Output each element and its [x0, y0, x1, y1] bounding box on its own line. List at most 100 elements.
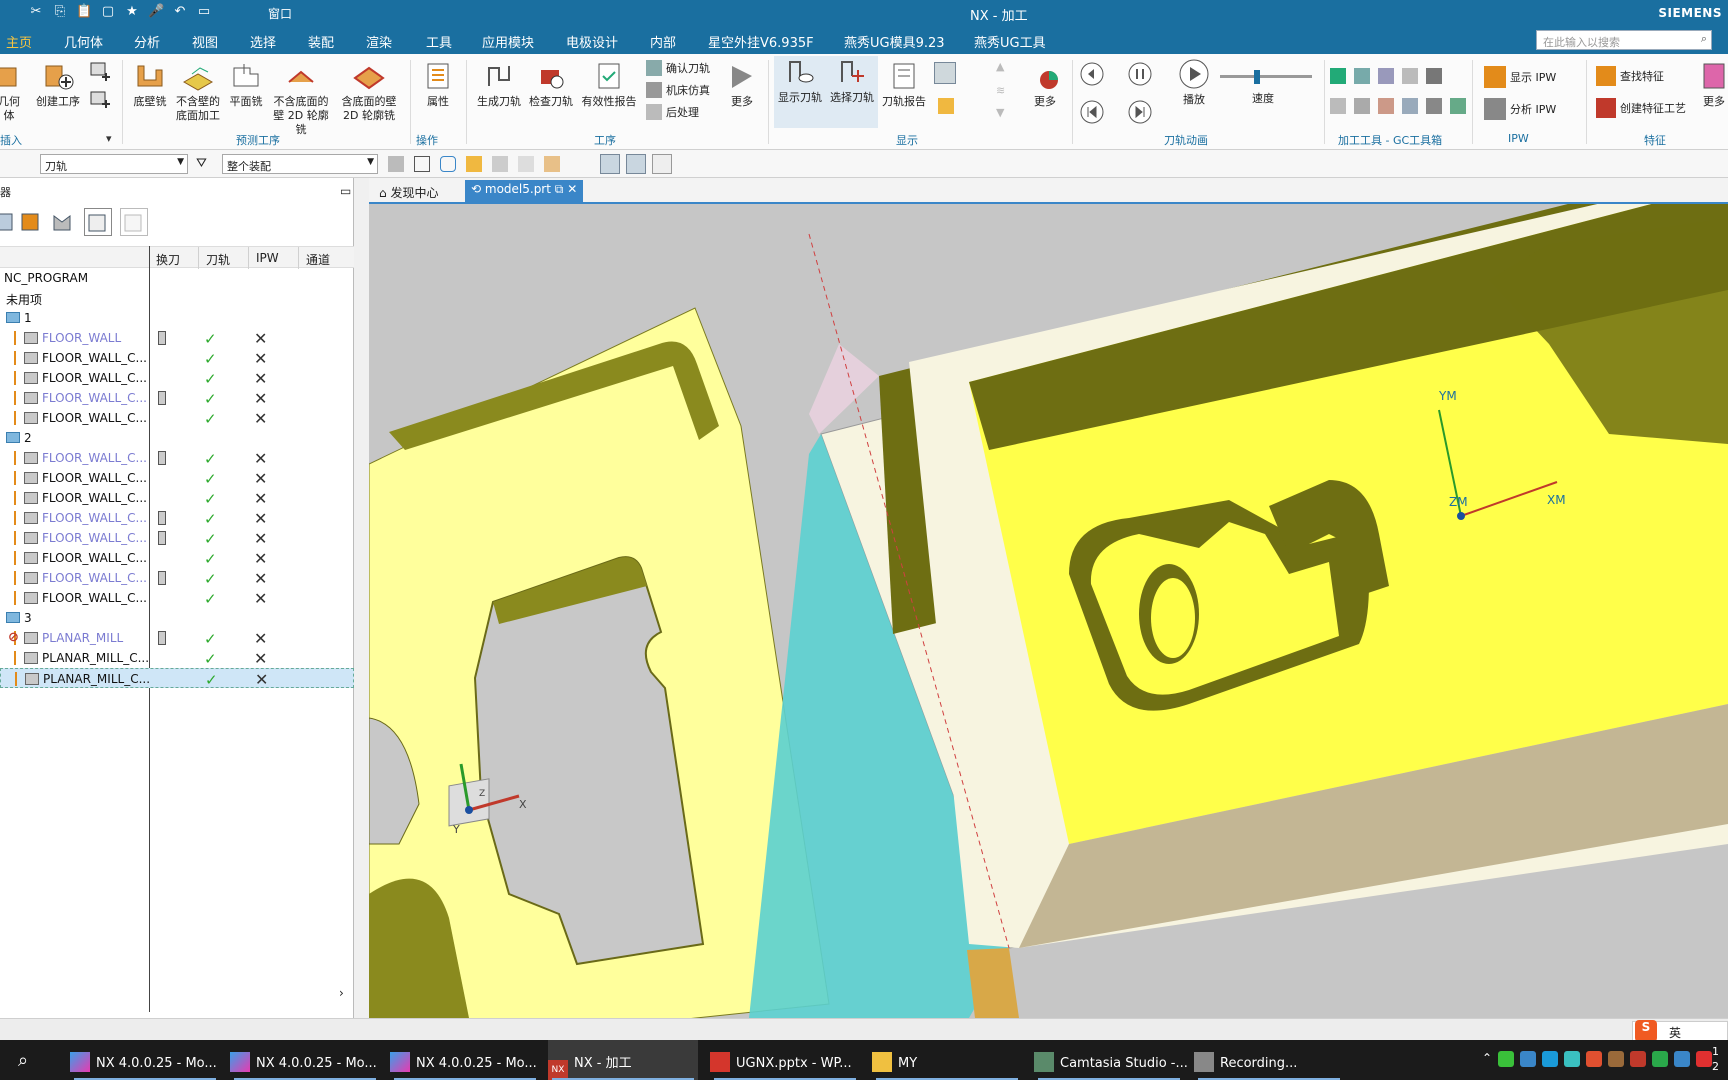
tray-app-icon[interactable]	[1674, 1051, 1691, 1067]
delete-icon[interactable]: ▢	[100, 4, 116, 19]
tree-row-operation[interactable]: FLOOR_WALL_C... ✓ ✕	[0, 488, 354, 508]
tab-view[interactable]: 视图	[192, 32, 218, 51]
group-insert-expand-icon[interactable]: ▾	[106, 132, 112, 145]
tree-row-operation[interactable]: PLANAR_MILL ✓ ✕ ⊘	[0, 628, 354, 648]
verify-toolpath-button[interactable]: 检查刀轨	[526, 60, 576, 109]
search-icon[interactable]: ⌕	[1701, 32, 1707, 46]
play-button[interactable]: 播放	[1176, 58, 1212, 107]
gc-check-icon[interactable]	[1330, 68, 1346, 84]
toolpath-report-button[interactable]: 刀轨报告	[878, 60, 930, 109]
tab-assembly[interactable]: 装配	[308, 32, 334, 51]
tab-xingkong[interactable]: 星空外挂V6.935F	[708, 32, 814, 51]
tab-render[interactable]: 渲染	[366, 32, 392, 51]
generate-toolpath-button[interactable]: 生成刀轨	[474, 60, 524, 109]
tray-app-icon[interactable]	[1630, 1051, 1647, 1067]
copy-icon[interactable]: ⎘	[52, 4, 68, 19]
tree-row-operation[interactable]: FLOOR_WALL_C... ✓ ✕	[0, 568, 354, 588]
gc-measure-icon[interactable]	[1426, 68, 1442, 84]
column-ipw[interactable]: IPW	[256, 251, 279, 265]
move-up-icon[interactable]: ▲	[996, 60, 1012, 76]
tool-display-button[interactable]	[938, 98, 954, 114]
gc-settings-icon[interactable]	[1426, 98, 1442, 114]
hexagon-icon[interactable]	[440, 156, 456, 172]
window-menu[interactable]: 窗口	[268, 5, 292, 22]
layers-icon[interactable]: ≋	[996, 84, 1012, 100]
confirm-toolpath-button[interactable]: 确认刀轨	[646, 60, 710, 76]
column-channel[interactable]: 通道	[306, 251, 330, 268]
mcs-display-icon[interactable]	[600, 154, 620, 174]
snap-point-icon[interactable]	[414, 156, 430, 172]
star-icon[interactable]: ★	[124, 4, 140, 19]
taskbar-item-nx-1[interactable]: NX 4.0.0.25 - Mo...	[70, 1040, 220, 1080]
forward-button[interactable]	[1128, 100, 1152, 124]
tree-row-operation[interactable]: FLOOR_WALL_C... ✓ ✕	[0, 408, 354, 428]
no-wall-floor-button[interactable]: 不含壁的 底面加工	[172, 60, 224, 123]
taskbar-item-camtasia[interactable]: Camtasia Studio -...	[1034, 1040, 1188, 1080]
tab-electrode[interactable]: 电极设计	[566, 32, 618, 51]
analyze-ipw-button[interactable]: 分析 IPW	[1484, 98, 1556, 120]
undo-icon[interactable]: ↶	[172, 4, 188, 19]
tray-app-icon[interactable]	[1586, 1051, 1603, 1067]
component-icon[interactable]	[544, 156, 560, 172]
tree-row-program-group[interactable]: 1	[0, 308, 354, 328]
taskbar-item-folder[interactable]: MY	[872, 1040, 1022, 1080]
gc-list-icon[interactable]	[1354, 98, 1370, 114]
more-process-button[interactable]: 更多	[722, 60, 762, 109]
step-back-button[interactable]	[1080, 62, 1104, 86]
method-view-icon[interactable]	[84, 208, 112, 236]
taskbar-item-nx-2[interactable]: NX 4.0.0.25 - Mo...	[230, 1040, 380, 1080]
tab-internal[interactable]: 内部	[650, 32, 676, 51]
planar-mill-button[interactable]: 平面铣	[226, 60, 266, 109]
tree-row-operation[interactable]: FLOOR_WALL_C... ✓ ✕	[0, 528, 354, 548]
horizontal-scrollbar[interactable]: ›	[0, 986, 354, 1002]
rewind-button[interactable]	[1080, 100, 1104, 124]
tree-row-operation[interactable]: FLOOR_WALL ✓ ✕	[0, 328, 354, 348]
speed-slider[interactable]	[1220, 70, 1312, 84]
pause-button[interactable]	[1128, 62, 1152, 86]
create-feature-process-button[interactable]: 创建特征工艺	[1596, 98, 1686, 118]
machine-sim-button[interactable]: 机床仿真	[646, 82, 710, 98]
no-floor-wall-button[interactable]: 不含底面的 壁 2D 轮廓铣	[268, 60, 334, 137]
face-icon[interactable]	[492, 156, 508, 172]
sogou-tray-icon[interactable]	[1696, 1051, 1713, 1067]
tab-app-modules[interactable]: 应用模块	[482, 32, 534, 51]
floor-wall-button[interactable]: 底壁铣	[128, 60, 172, 109]
chevron-up-icon[interactable]: ⌃	[1482, 1051, 1492, 1067]
move-down-icon[interactable]: ▼	[996, 106, 1012, 122]
tree-row-operation[interactable]: FLOOR_WALL_C... ✓ ✕	[0, 468, 354, 488]
search-icon[interactable]: ⌕	[18, 1050, 28, 1071]
tree-row-program-group[interactable]: 3	[0, 608, 354, 628]
eye-icon[interactable]	[626, 154, 646, 174]
gc-edit-icon[interactable]	[1354, 68, 1370, 84]
tree-row-root[interactable]: NC_PROGRAM	[0, 268, 354, 288]
tree-row-program-group[interactable]: 2	[0, 428, 354, 448]
more-feature-button[interactable]: 更多	[1700, 60, 1728, 109]
graphics-viewport[interactable]: Y Z X YM ZM XM	[369, 204, 1728, 1018]
gc-batch-icon[interactable]	[1378, 98, 1394, 114]
tab-yanxiu-mold[interactable]: 燕秀UG模具9.23	[844, 32, 945, 51]
validity-report-button[interactable]: 有效性报告	[578, 60, 640, 109]
taskbar-item-nx-3[interactable]: NX 4.0.0.25 - Mo...	[390, 1040, 540, 1080]
tab-home[interactable]: 主页	[6, 32, 33, 56]
select-toolpath-button[interactable]: 选择刀轨	[826, 56, 878, 128]
wechat-icon[interactable]	[1652, 1051, 1669, 1067]
taskbar-item-wps[interactable]: UGNX.pptx - WP...	[710, 1040, 860, 1080]
filter-icon[interactable]: ⛛	[196, 156, 207, 171]
maximize-icon[interactable]: ▭	[340, 184, 351, 198]
tab-tools[interactable]: 工具	[426, 32, 452, 51]
create-operation-button[interactable]: 创建工序	[32, 60, 84, 109]
find-feature-button[interactable]: 查找特征	[1596, 66, 1664, 86]
geometry-view-icon[interactable]	[50, 208, 78, 236]
tray-app-icon[interactable]	[1498, 1051, 1515, 1067]
body-icon[interactable]	[466, 156, 482, 172]
tree-row-operation[interactable]: PLANAR_MILL_C... ✓ ✕	[0, 648, 354, 668]
show-toolpath-button[interactable]: 显示刀轨	[774, 56, 826, 128]
tray-app-icon[interactable]	[1520, 1051, 1537, 1067]
microphone-icon[interactable]: 🎤	[148, 4, 164, 19]
tab-yanxiu-tools[interactable]: 燕秀UG工具	[974, 32, 1046, 51]
ime-indicator[interactable]: S 英	[1632, 1020, 1728, 1042]
gc-report-icon[interactable]	[1450, 98, 1466, 114]
gc-group-icon[interactable]	[1330, 98, 1346, 114]
geometry-button[interactable]: 几何体	[0, 60, 24, 123]
tab-analysis[interactable]: 分析	[134, 32, 160, 51]
